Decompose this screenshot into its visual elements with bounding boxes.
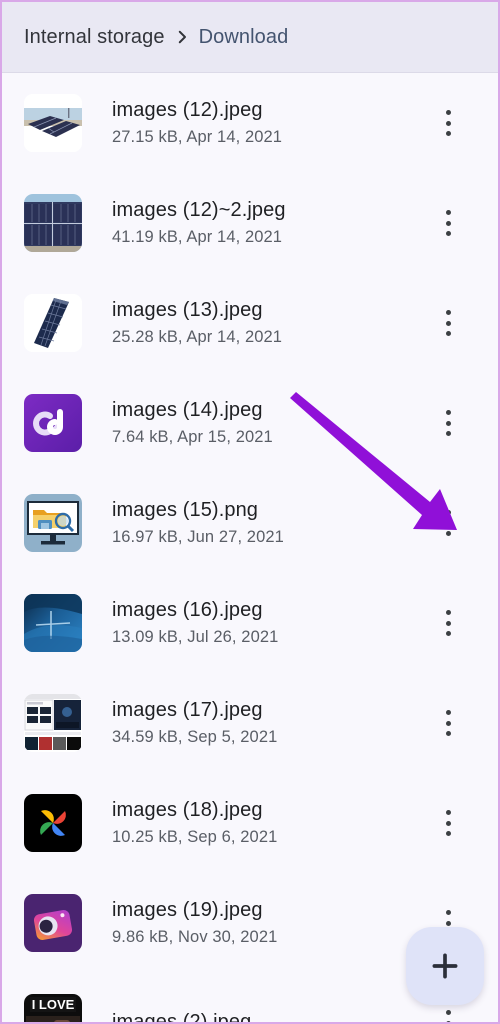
file-meta: images (16).jpeg 13.09 kB, Jul 26, 2021: [112, 597, 420, 649]
file-name: images (2).jpeg: [112, 1011, 252, 1024]
svg-text:I LOVE: I LOVE: [32, 997, 75, 1012]
file-list-item[interactable]: images (15).png 16.97 kB, Jun 27, 2021: [2, 473, 498, 573]
file-meta: images (12)~2.jpeg 41.19 kB, Apr 14, 2021: [112, 197, 420, 249]
file-name: images (18).jpeg: [112, 799, 263, 821]
file-list-item[interactable]: images (18).jpeg 10.25 kB, Sep 6, 2021: [2, 773, 498, 873]
file-name: images (13).jpeg: [112, 299, 263, 321]
kebab-menu-icon[interactable]: [420, 773, 476, 873]
file-size-date: 25.28 kB, Apr 14, 2021: [112, 328, 283, 346]
file-size-date: 27.15 kB, Apr 14, 2021: [112, 128, 283, 146]
breadcrumb: Internal storage Download: [2, 2, 498, 73]
file-name: images (19).jpeg: [112, 899, 263, 921]
i-love-photo-icon: I LOVE: [24, 994, 82, 1022]
kebab-menu-icon[interactable]: [420, 73, 476, 173]
solar-panel-rooftop-photo-icon: [24, 94, 82, 152]
file-list-item[interactable]: images (16).jpeg 13.09 kB, Jul 26, 2021: [2, 573, 498, 673]
file-name: images (16).jpeg: [112, 599, 263, 621]
file-name: images (14).jpeg: [112, 399, 263, 421]
solar-panel-array-photo-icon: [24, 194, 82, 252]
add-button[interactable]: [406, 927, 484, 1005]
breadcrumb-item-download[interactable]: Download: [199, 26, 289, 49]
file-list: images (12).jpeg 27.15 kB, Apr 14, 2021 i…: [2, 73, 498, 1024]
file-manager-screen: Internal storage Download images (12).jp…: [0, 0, 500, 1024]
file-meta: images (14).jpeg 7.64 kB, Apr 15, 2021: [112, 397, 420, 449]
file-search-monitor-icon-icon: [24, 494, 82, 552]
file-size-date: 16.97 kB, Jun 27, 2021: [112, 528, 284, 546]
file-meta: images (2).jpeg: [112, 1009, 420, 1024]
file-list-item[interactable]: images (13).jpeg 25.28 kB, Apr 14, 2021: [2, 273, 498, 373]
file-meta: images (15).png 16.97 kB, Jun 27, 2021: [112, 497, 420, 549]
file-name: images (15).png: [112, 499, 259, 521]
kebab-menu-icon[interactable]: [420, 473, 476, 573]
file-size-date: 41.19 kB, Apr 14, 2021: [112, 228, 283, 246]
file-name: images (17).jpeg: [112, 699, 263, 721]
guiding-tech-logo-icon: [24, 394, 82, 452]
breadcrumb-item-internal-storage[interactable]: Internal storage: [24, 26, 165, 49]
file-size-date: 9.86 kB, Nov 30, 2021: [112, 928, 278, 946]
file-meta: images (18).jpeg 10.25 kB, Sep 6, 2021: [112, 797, 420, 849]
kebab-menu-icon[interactable]: [420, 373, 476, 473]
solar-panel-single-photo-icon: [24, 294, 82, 352]
chevron-right-icon: [165, 26, 199, 48]
file-size-date: 13.09 kB, Jul 26, 2021: [112, 628, 279, 646]
file-size-date: 7.64 kB, Apr 15, 2021: [112, 428, 273, 446]
file-size-date: 34.59 kB, Sep 5, 2021: [112, 728, 278, 746]
file-meta: images (12).jpeg 27.15 kB, Apr 14, 2021: [112, 97, 420, 149]
screenshot-gallery-photo-icon: [24, 694, 82, 752]
kebab-menu-icon[interactable]: [420, 273, 476, 373]
camera-app-logo-icon: [24, 894, 82, 952]
file-meta: images (17).jpeg 34.59 kB, Sep 5, 2021: [112, 697, 420, 749]
file-meta: images (19).jpeg 9.86 kB, Nov 30, 2021: [112, 897, 420, 949]
file-list-item[interactable]: images (14).jpeg 7.64 kB, Apr 15, 2021: [2, 373, 498, 473]
kebab-menu-icon[interactable]: [420, 673, 476, 773]
windows-blue-wallpaper-icon: [24, 594, 82, 652]
file-name: images (12)~2.jpeg: [112, 199, 286, 221]
google-photos-logo-icon: [24, 794, 82, 852]
file-list-item[interactable]: images (17).jpeg 34.59 kB, Sep 5, 2021: [2, 673, 498, 773]
file-name: images (12).jpeg: [112, 99, 263, 121]
file-list-item[interactable]: images (12).jpeg 27.15 kB, Apr 14, 2021: [2, 73, 498, 173]
file-size-date: 10.25 kB, Sep 6, 2021: [112, 828, 278, 846]
kebab-menu-icon[interactable]: [420, 173, 476, 273]
file-list-item[interactable]: images (12)~2.jpeg 41.19 kB, Apr 14, 2021: [2, 173, 498, 273]
kebab-menu-icon[interactable]: [420, 573, 476, 673]
file-meta: images (13).jpeg 25.28 kB, Apr 14, 2021: [112, 297, 420, 349]
plus-icon: [428, 949, 462, 983]
